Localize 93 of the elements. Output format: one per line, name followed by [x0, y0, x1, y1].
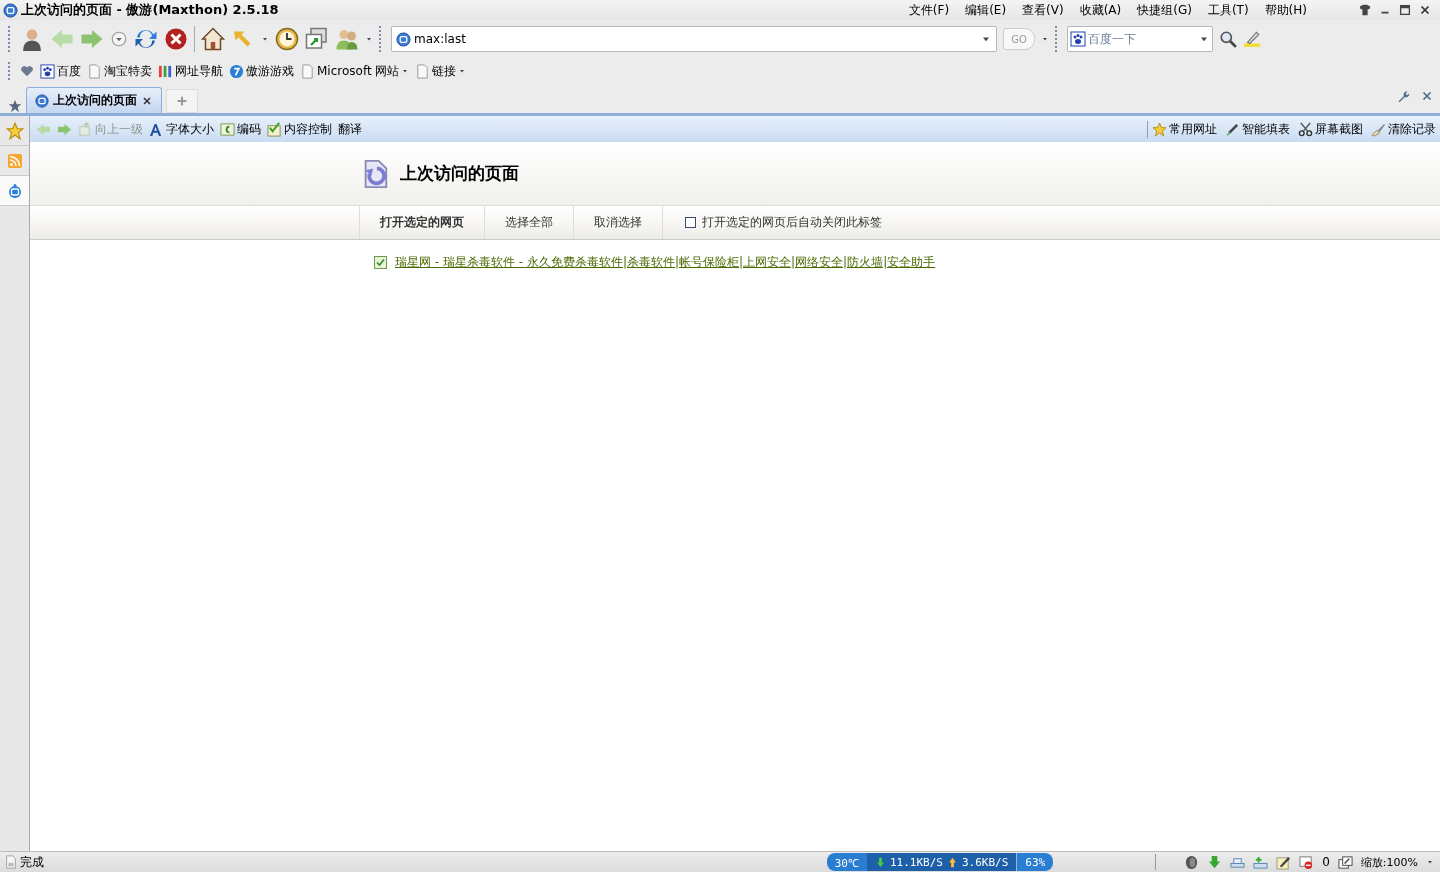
page-icon — [300, 63, 315, 79]
encoding-icon — [220, 121, 235, 137]
menu-item[interactable]: 收藏(A) — [1071, 1, 1130, 19]
browser-logo-icon — [396, 31, 411, 47]
upload-speed: 3.6KB/S — [961, 855, 1009, 869]
checkbox-label: 打开选定的网页后自动关闭此标签 — [702, 214, 882, 231]
blocked-page-icon[interactable] — [1299, 854, 1315, 870]
zoom-level[interactable]: 缩放:100% — [1360, 854, 1418, 870]
refresh-icon[interactable] — [134, 27, 158, 51]
page-icon — [415, 63, 431, 79]
brush-icon — [1371, 121, 1386, 137]
bookmark-item[interactable]: 淘宝特卖 — [87, 62, 152, 80]
zoom-icon[interactable] — [1337, 854, 1353, 870]
star-icon[interactable] — [8, 99, 22, 113]
caret-icon — [458, 67, 467, 75]
tray-add-icon[interactable] — [1253, 854, 1269, 870]
note-icon[interactable] — [1276, 854, 1292, 870]
status-text: 完成 — [20, 853, 44, 871]
action-button[interactable]: 打开选定的网页 — [359, 206, 484, 239]
browser-tab[interactable]: 上次访问的页面 — [26, 87, 162, 113]
star-icon — [1152, 121, 1167, 137]
page-link[interactable]: 瑞星网 - 瑞星杀毒软件 - 永久免费杀毒软件|杀毒软件|帐号保险柜|上网安全|网络安全|防火墙|安全助手 — [395, 254, 936, 271]
page-icon — [87, 63, 102, 79]
toolbar-button[interactable]: 屏幕截图 — [1298, 120, 1363, 138]
rss-icon — [6, 152, 23, 169]
checkbox[interactable] — [685, 217, 696, 228]
toolbar-button[interactable]: 清除记录 — [1371, 120, 1436, 138]
stop-icon[interactable] — [164, 27, 188, 51]
cpu-reading: 63% — [1016, 853, 1054, 871]
bars-icon — [158, 63, 173, 79]
pen-icon — [1225, 121, 1240, 137]
download-speed: 11.1KB/S — [890, 855, 943, 869]
blocked-count: 0 — [1322, 855, 1330, 869]
caret-icon[interactable] — [1426, 858, 1434, 866]
down-arrow-icon — [875, 856, 886, 868]
caret-icon[interactable] — [1041, 35, 1049, 43]
folder-up-icon — [78, 121, 93, 137]
menu-item[interactable]: 工具(T) — [1199, 1, 1257, 19]
skin-icon[interactable] — [1358, 3, 1372, 17]
temperature-reading: 30℃ — [826, 853, 867, 871]
checkbox[interactable] — [374, 256, 387, 269]
dropdown-icon[interactable] — [110, 30, 128, 48]
user-icon[interactable] — [20, 26, 44, 52]
search-field[interactable]: 百度一下 — [1067, 26, 1213, 52]
toolbar-button[interactable]: 编码 — [220, 120, 261, 138]
scissors-icon — [1298, 121, 1313, 137]
heart-icon[interactable] — [20, 64, 34, 78]
menu-item[interactable]: 文件(F) — [900, 1, 958, 19]
address-field[interactable]: max:last — [391, 26, 997, 52]
robot-icon — [6, 182, 23, 199]
toolbar-button[interactable]: 字体大小 — [149, 120, 214, 138]
bookmark-item[interactable]: 网址导航 — [158, 62, 223, 80]
caret-icon[interactable] — [365, 35, 373, 43]
page-icon — [4, 855, 18, 869]
menu-item[interactable]: 查看(V) — [1014, 1, 1072, 19]
toolbar-button[interactable]: 内容控制 — [267, 120, 332, 138]
window-title: 上次访问的页面 - 傲游(Maxthon) 2.5.18 — [21, 1, 279, 19]
restore-icon[interactable] — [1398, 3, 1412, 17]
page-heading: 上次访问的页面 — [400, 162, 519, 185]
bookmark-item[interactable]: 傲游游戏 — [229, 62, 294, 80]
browser-logo-icon — [35, 93, 49, 108]
menu-item[interactable]: 编辑(E) — [957, 1, 1015, 19]
star-icon — [5, 121, 24, 140]
plus-icon — [175, 94, 189, 108]
bookmark-item[interactable]: Microsoft 网站 — [300, 62, 410, 80]
close-icon[interactable] — [141, 94, 153, 107]
wrench-icon[interactable] — [1396, 88, 1410, 103]
new-tab-button[interactable] — [166, 89, 198, 113]
toolbar-button[interactable]: 翻译 — [338, 120, 362, 138]
browser-logo-icon — [3, 2, 18, 18]
bookmark-item[interactable]: 链接 — [415, 62, 467, 80]
font-icon — [149, 121, 164, 137]
checklist-icon — [267, 121, 282, 137]
close-icon[interactable] — [1418, 3, 1432, 17]
highlighter-icon[interactable] — [1243, 30, 1261, 48]
up-arrow-icon — [946, 856, 958, 868]
caret-icon — [401, 67, 410, 75]
sidebar-button[interactable] — [0, 176, 29, 206]
paw-icon — [40, 63, 55, 79]
paw-icon — [1070, 31, 1086, 47]
search-icon[interactable] — [1219, 30, 1237, 48]
toolbar-button[interactable]: 智能填表 — [1225, 120, 1290, 138]
people-icon[interactable] — [335, 27, 359, 51]
clock-icon[interactable] — [275, 27, 299, 51]
action-button[interactable]: 取消选择 — [573, 206, 662, 239]
toolbar-button[interactable]: 常用网址 — [1152, 120, 1217, 138]
menu-item[interactable]: 快捷组(G) — [1129, 1, 1200, 19]
caret-icon[interactable] — [261, 35, 269, 43]
action-button[interactable]: 选择全部 — [484, 206, 573, 239]
windows-icon[interactable] — [305, 27, 329, 51]
home-icon[interactable] — [201, 27, 225, 51]
bookmark-item[interactable]: 百度 — [40, 62, 81, 80]
menu-item[interactable]: 帮助(H) — [1256, 1, 1315, 19]
